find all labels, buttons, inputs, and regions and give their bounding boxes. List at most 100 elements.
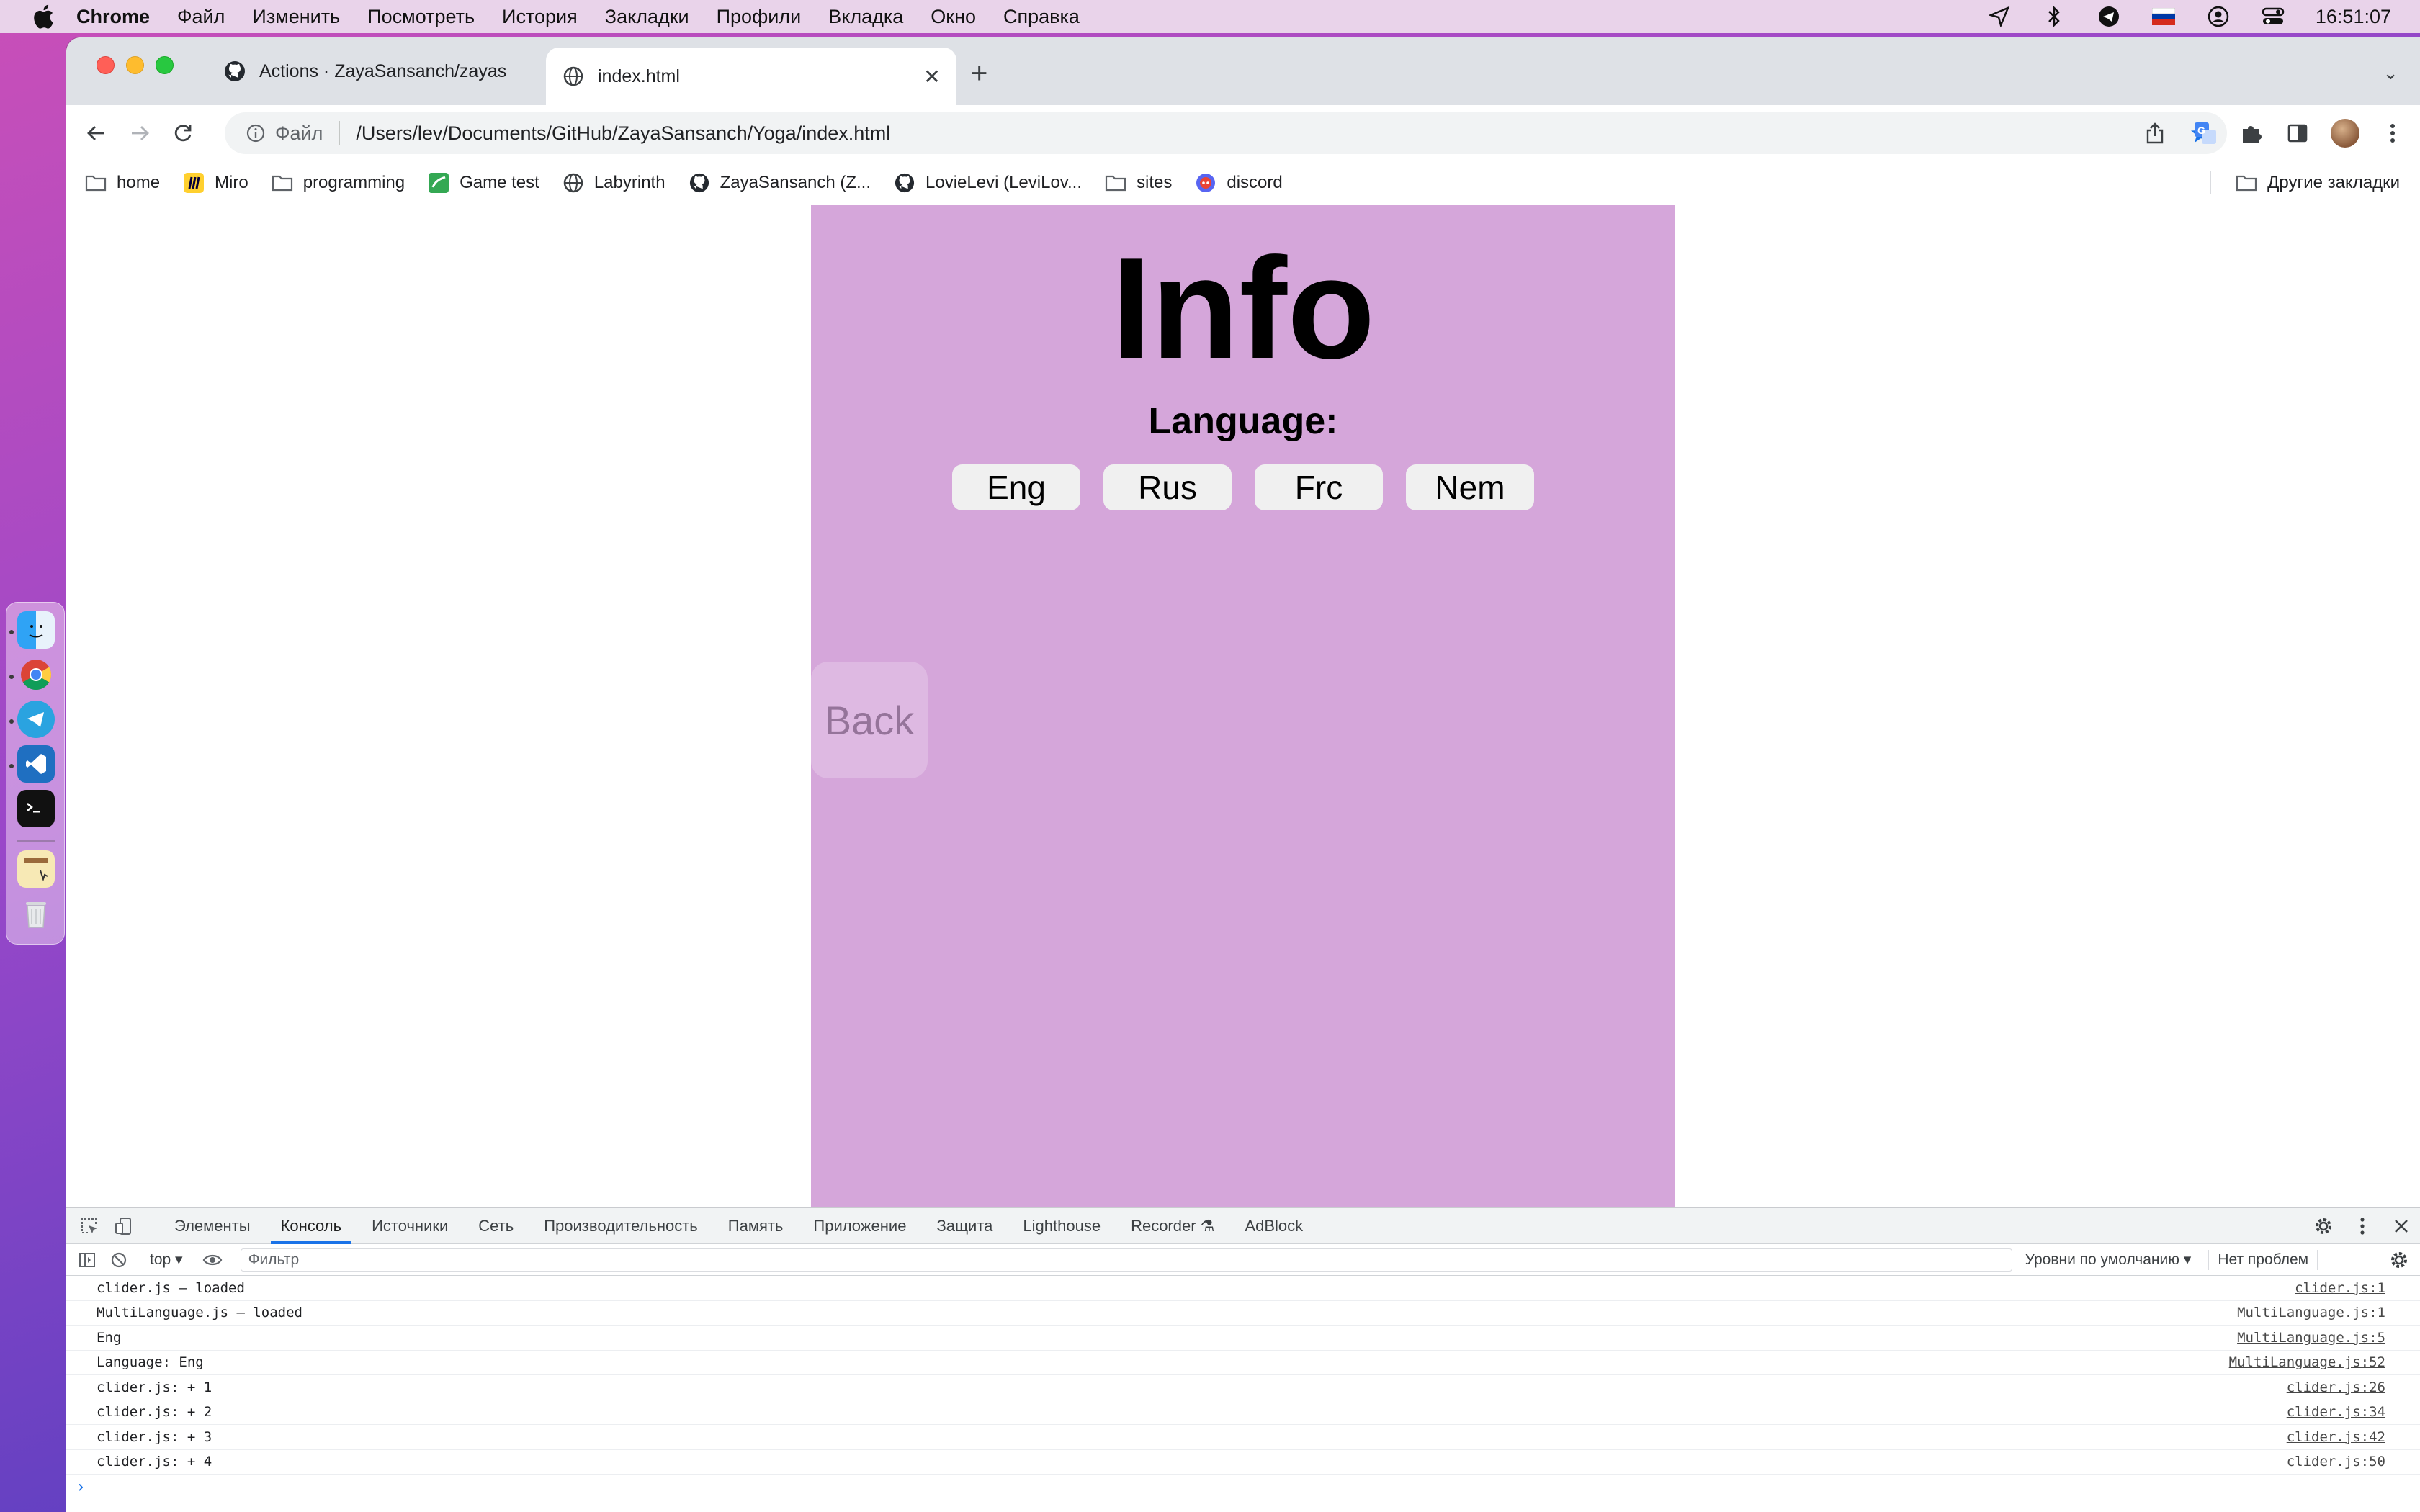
- forward-arrow-icon[interactable]: [124, 117, 156, 149]
- bookmark-zayasansanch[interactable]: ZayaSansanch (Z...: [689, 172, 871, 194]
- menu-app-name[interactable]: Chrome: [76, 6, 150, 28]
- address-bar[interactable]: Файл /Users/lev/Documents/GitHub/ZayaSan…: [225, 112, 2227, 154]
- zoom-window-button[interactable]: [156, 56, 174, 74]
- url-text[interactable]: /Users/lev/Documents/GitHub/ZayaSansanch…: [356, 122, 890, 145]
- devtools-tab-performance[interactable]: Производительность: [544, 1208, 698, 1244]
- live-expression-eye-icon[interactable]: [202, 1249, 223, 1271]
- reload-icon[interactable]: [167, 117, 199, 149]
- extensions-puzzle-icon[interactable]: [2238, 120, 2264, 146]
- input-source-flag-icon[interactable]: [2151, 4, 2176, 29]
- clear-console-icon[interactable]: [108, 1249, 130, 1271]
- terminal-icon[interactable]: [17, 790, 55, 827]
- devtools-tab-application[interactable]: Приложение: [813, 1208, 906, 1244]
- console-source-link[interactable]: clider.js:26: [2287, 1380, 2385, 1395]
- menu-file[interactable]: Файл: [177, 6, 225, 28]
- vscode-icon[interactable]: [17, 745, 55, 783]
- console-source-link[interactable]: clider.js:34: [2287, 1404, 2385, 1420]
- devtools-tab-lighthouse[interactable]: Lighthouse: [1023, 1208, 1101, 1244]
- devtools-tab-recorder[interactable]: Recorder ⚗: [1131, 1208, 1214, 1244]
- minimize-window-button[interactable]: [126, 56, 144, 74]
- menu-view[interactable]: Посмотреть: [367, 6, 475, 28]
- menu-profiles[interactable]: Профили: [717, 6, 802, 28]
- language-button-frc[interactable]: Frc: [1255, 464, 1383, 510]
- devtools-more-icon[interactable]: [2351, 1215, 2374, 1238]
- back-button[interactable]: Back: [811, 662, 928, 778]
- console-log: clider.js – loaded clider.js:1 MultiLang…: [66, 1276, 2420, 1499]
- console-source-link[interactable]: MultiLanguage.js:52: [2229, 1354, 2385, 1370]
- finder-icon[interactable]: [17, 611, 55, 649]
- language-button-eng[interactable]: Eng: [952, 464, 1080, 510]
- language-button-nem[interactable]: Nem: [1406, 464, 1534, 510]
- devtools-tab-elements[interactable]: Элементы: [174, 1208, 251, 1244]
- devtools-close-icon[interactable]: [2390, 1215, 2413, 1238]
- bookmark-programming[interactable]: programming: [272, 172, 405, 194]
- devtools-settings-gear-icon[interactable]: [2312, 1215, 2335, 1238]
- language-button-rus[interactable]: Rus: [1103, 464, 1232, 510]
- menu-bar-clock[interactable]: 16:51:07: [2316, 6, 2391, 28]
- console-message: MultiLanguage.js – loaded MultiLanguage.…: [66, 1301, 2420, 1326]
- other-bookmarks[interactable]: Другие закладки: [2236, 161, 2400, 204]
- devtools-tab-network[interactable]: Сеть: [478, 1208, 514, 1244]
- execution-context-select[interactable]: top ▾: [150, 1251, 183, 1269]
- bookmark-miro[interactable]: Miro: [183, 172, 248, 194]
- site-info-icon[interactable]: [245, 122, 266, 144]
- control-center-icon[interactable]: [2261, 4, 2285, 29]
- kebab-menu-icon[interactable]: [2380, 120, 2406, 146]
- telegram-icon[interactable]: [17, 701, 55, 738]
- menu-history[interactable]: История: [502, 6, 578, 28]
- device-toolbar-icon[interactable]: [112, 1215, 135, 1238]
- devtools-panel: Элементы Консоль Источники Сеть Производ…: [66, 1207, 2420, 1512]
- apple-menu-icon[interactable]: [29, 4, 58, 29]
- console-prompt[interactable]: ›: [66, 1475, 2420, 1499]
- telegram-tray-icon[interactable]: [2097, 4, 2121, 29]
- location-services-icon[interactable]: [1987, 4, 2012, 29]
- dock-running-indicator: [9, 675, 14, 679]
- devtools-tab-console[interactable]: Консоль: [270, 1208, 351, 1244]
- devtools-tab-memory[interactable]: Память: [728, 1208, 784, 1244]
- menu-edit[interactable]: Изменить: [252, 6, 340, 28]
- close-window-button[interactable]: [97, 56, 115, 74]
- menu-bookmarks[interactable]: Закладки: [605, 6, 689, 28]
- share-icon[interactable]: [2143, 122, 2166, 145]
- tab-search-chevron-icon[interactable]: ⌄: [2383, 62, 2398, 84]
- console-settings-gear-icon[interactable]: [2388, 1249, 2410, 1271]
- bookmark-lovielevi[interactable]: LovieLevi (LeviLov...: [894, 172, 1082, 194]
- trash-icon[interactable]: [17, 895, 55, 932]
- chrome-icon[interactable]: [17, 656, 55, 693]
- menu-window[interactable]: Окно: [931, 6, 976, 28]
- log-levels-dropdown[interactable]: Уровни по умолчанию ▾: [2025, 1251, 2192, 1269]
- bookmark-game-test[interactable]: Game test: [428, 172, 539, 194]
- console-source-link[interactable]: clider.js:42: [2287, 1429, 2385, 1445]
- console-source-link[interactable]: MultiLanguage.js:5: [2237, 1330, 2385, 1346]
- downloads-stack-icon[interactable]: [17, 850, 55, 888]
- bookmark-discord[interactable]: discord: [1195, 172, 1283, 194]
- back-arrow-icon[interactable]: [81, 117, 112, 149]
- page-viewport: Info Language: Eng Rus Frc Nem Back: [66, 205, 2420, 1207]
- console-source-link[interactable]: clider.js:50: [2287, 1454, 2385, 1470]
- discord-icon: [1195, 172, 1216, 194]
- tab-index-html[interactable]: index.html ✕: [546, 48, 956, 105]
- devtools-tab-sources[interactable]: Источники: [372, 1208, 448, 1244]
- bookmark-home[interactable]: home: [85, 172, 160, 194]
- inspect-element-icon[interactable]: [78, 1215, 101, 1238]
- devtools-tab-adblock[interactable]: AdBlock: [1245, 1208, 1303, 1244]
- console-source-link[interactable]: clider.js:1: [2295, 1280, 2385, 1296]
- devtools-tab-security[interactable]: Защита: [936, 1208, 992, 1244]
- user-account-icon[interactable]: [2206, 4, 2231, 29]
- dock-running-indicator: [9, 719, 14, 724]
- menu-tab[interactable]: Вкладка: [828, 6, 903, 28]
- translate-extension-icon[interactable]: G: [2192, 120, 2218, 146]
- miro-icon: [183, 172, 205, 194]
- console-source-link[interactable]: MultiLanguage.js:1: [2237, 1305, 2385, 1320]
- close-tab-icon[interactable]: ✕: [920, 65, 944, 88]
- bluetooth-icon[interactable]: [2042, 4, 2066, 29]
- menu-help[interactable]: Справка: [1003, 6, 1080, 28]
- issues-counter[interactable]: Нет проблем: [2208, 1249, 2318, 1270]
- new-tab-button[interactable]: +: [971, 59, 987, 88]
- side-panel-icon[interactable]: [2285, 120, 2311, 146]
- bookmark-sites[interactable]: sites: [1105, 172, 1172, 194]
- console-sidebar-toggle-icon[interactable]: [76, 1249, 98, 1271]
- console-filter-input[interactable]: [240, 1248, 2012, 1272]
- profile-avatar[interactable]: [2331, 119, 2360, 148]
- bookmark-labyrinth[interactable]: Labyrinth: [563, 172, 666, 194]
